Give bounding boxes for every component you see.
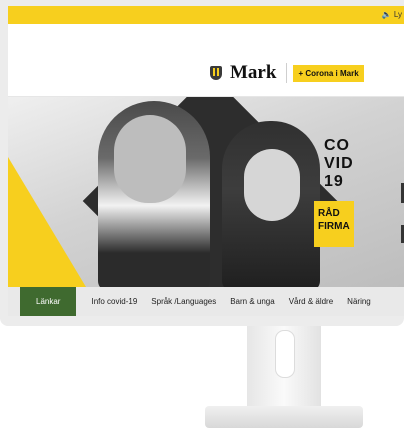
monitor-stand-base [205,406,363,428]
covid-headline-line: CO [324,137,350,154]
cable-slot [275,330,295,378]
header-divider [286,63,288,83]
listen-button[interactable]: 🔈 Ly [382,10,402,19]
site-header: Mark + Corona i Mark [8,24,404,97]
nav-item-naring[interactable]: Näring [340,287,378,316]
nav-item-lankar[interactable]: Länkar [20,287,77,316]
woman-face [244,149,300,221]
covid-headline: CO VID 19 [324,137,354,191]
nav-item-barn-unga[interactable]: Barn & unga [223,287,281,316]
main-navigation: Länkar Info covid-19 Språk /Languages Ba… [8,287,404,316]
brand-row: Mark + Corona i Mark [210,62,364,84]
nav-item-info-covid[interactable]: Info covid-19 [84,287,144,316]
top-utility-bar: 🔈 Ly [8,6,404,24]
monitor-frame: 🔈 Ly Mark + Corona i Mark CO VID 19 RÅD … [0,0,404,326]
site-logo-text[interactable]: Mark [230,62,276,84]
corona-button[interactable]: + Corona i Mark [293,64,364,82]
coat-of-arms-icon[interactable] [210,66,222,80]
advice-line: RÅD [318,208,340,219]
nav-item-languages[interactable]: Språk /Languages [144,287,223,316]
man-face [114,115,186,203]
advice-companies-button[interactable]: RÅD FIRMA [314,201,354,247]
covid-headline-line: VID [324,155,354,172]
nav-item-vard-aldre[interactable]: Vård & äldre [282,287,340,316]
hero-banner: CO VID 19 RÅD FIRMA [8,97,404,287]
covid-headline-line: 19 [324,173,344,190]
yellow-triangle-decoration [8,157,86,287]
advice-line: FIRMA [318,221,350,232]
browser-screen: 🔈 Ly Mark + Corona i Mark CO VID 19 RÅD … [8,6,404,316]
